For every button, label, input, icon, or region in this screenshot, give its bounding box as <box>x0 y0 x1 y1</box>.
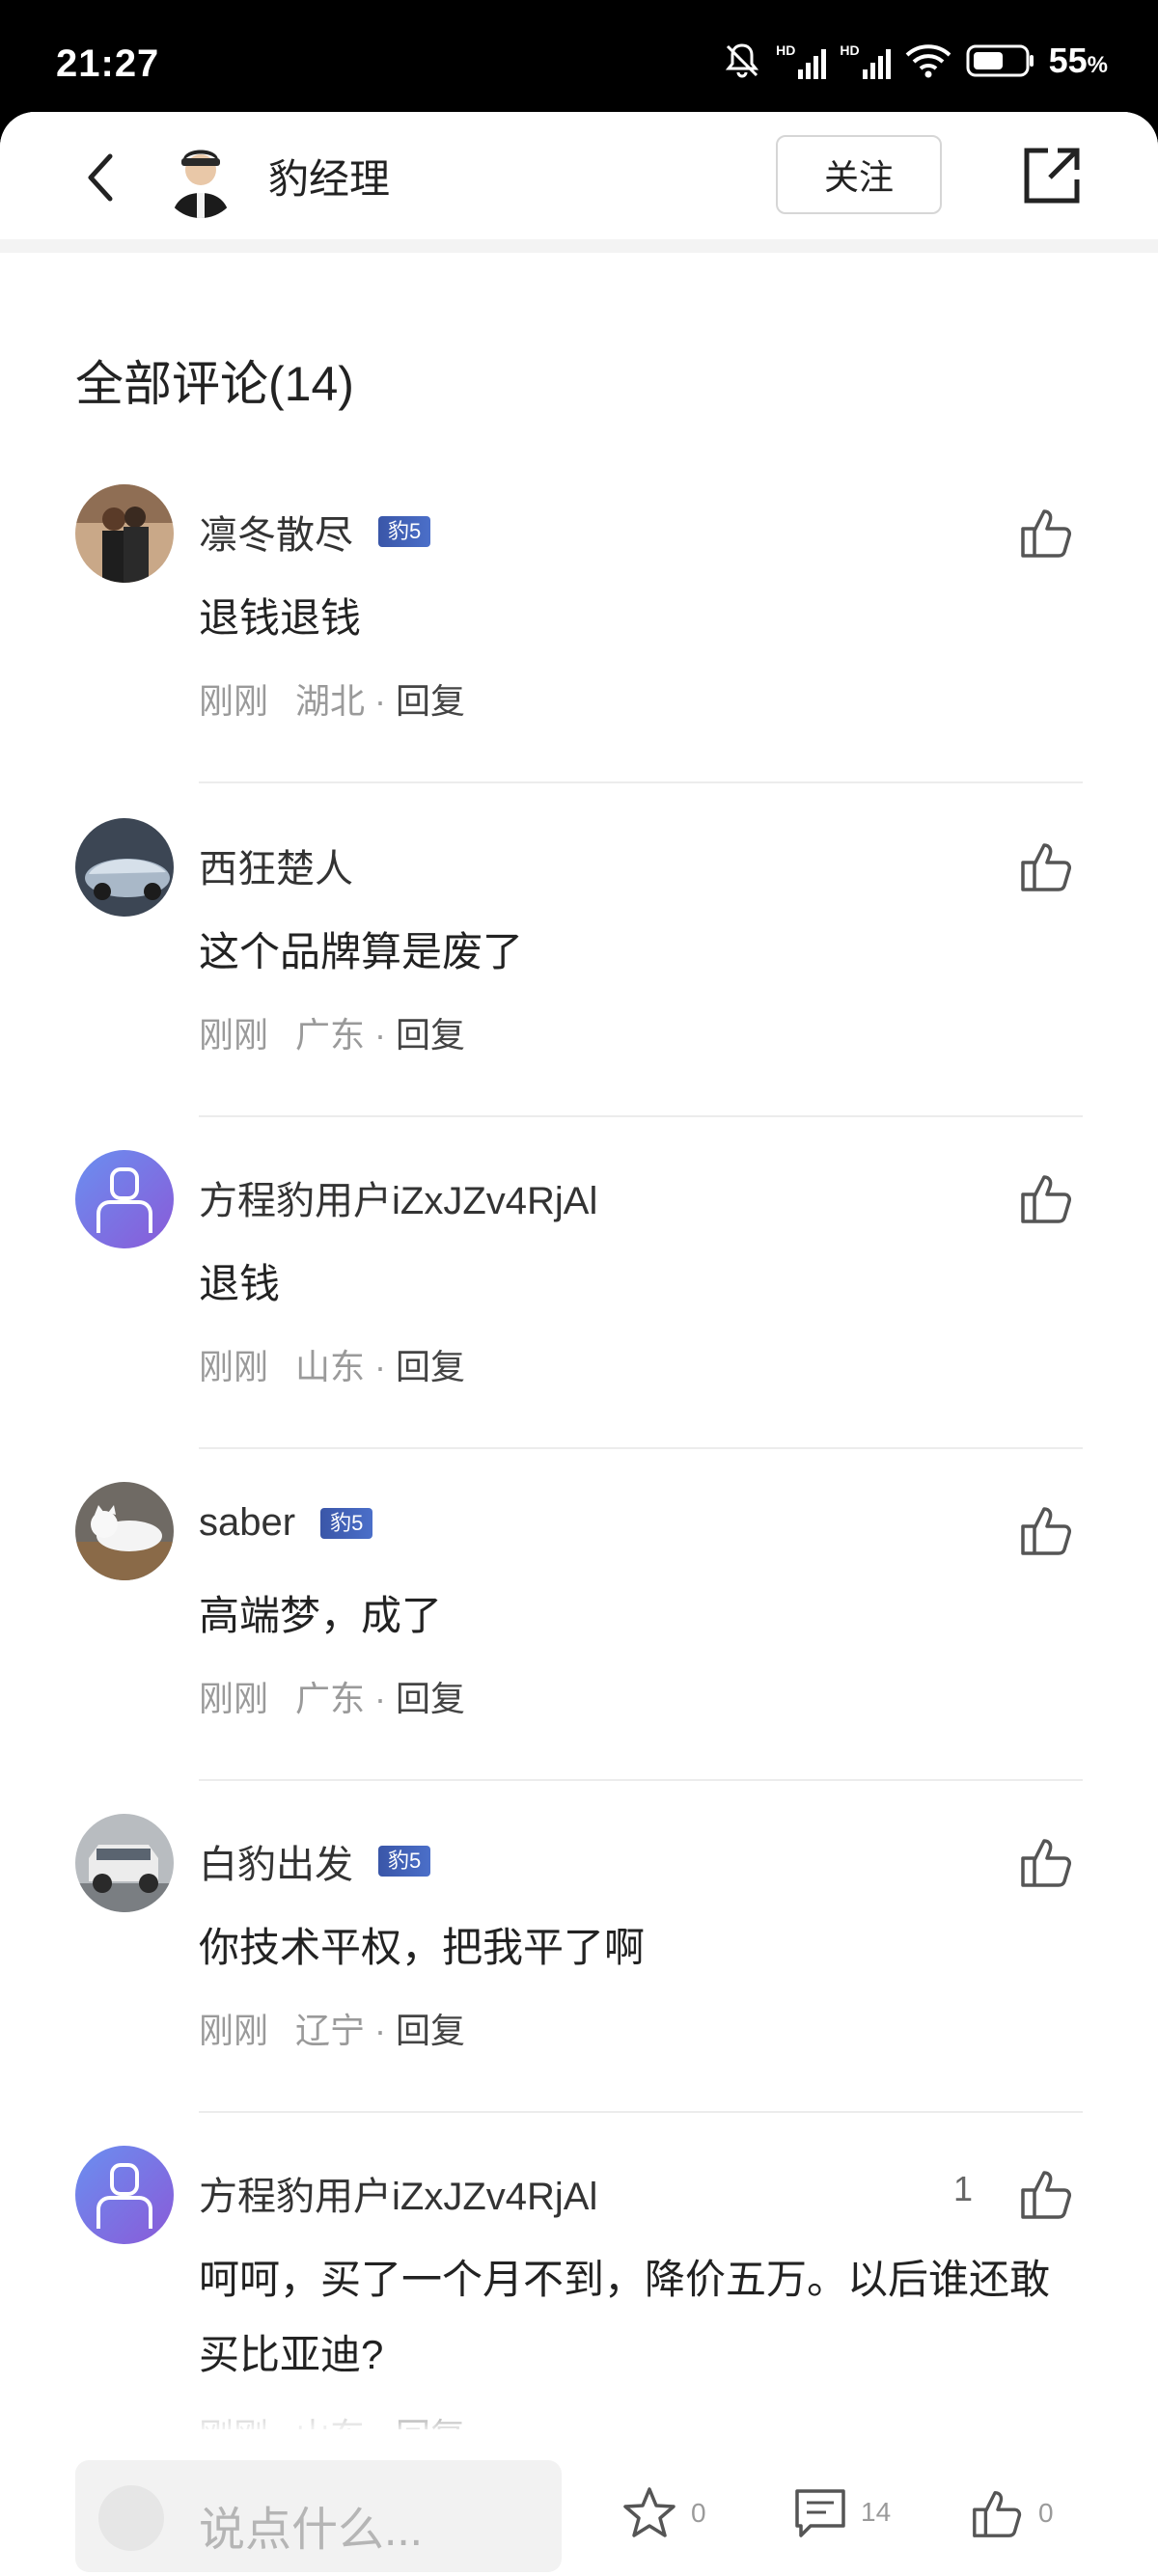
reply-button[interactable]: 回复 <box>396 1015 465 1055</box>
thumbs-up-icon[interactable] <box>1017 837 1075 895</box>
comment-text: 这个品牌算是废了 <box>199 929 524 974</box>
comment-location: 山东 <box>295 1347 366 1386</box>
comment-time: 刚刚 <box>199 2011 269 2050</box>
reply-button[interactable]: 回复 <box>396 2011 465 2050</box>
member-badge: 豹5 <box>378 1846 431 1877</box>
comment-icon <box>795 2489 845 2537</box>
comment-author[interactable]: 方程豹用户iZxJZv4RjAl <box>199 2165 597 2221</box>
comments-button[interactable]: 14 <box>793 2485 891 2539</box>
like-count: 1 <box>952 2169 973 2208</box>
reply-button[interactable]: 回复 <box>396 1347 465 1386</box>
comment-location: 广东 <box>295 1015 366 1055</box>
comment-location: 广东 <box>295 1679 366 1718</box>
comment-meta: 刚刚 辽宁 · 回复 <box>199 2011 466 2050</box>
comment-text: 高端梦，成了 <box>199 1593 443 1638</box>
comments-page: 豹经理 关注 全部评论(14) 凛冬散尽 豹5 退钱退钱 刚刚 湖北 · 回复 西… <box>0 112 1158 2576</box>
comment-time: 刚刚 <box>199 681 269 721</box>
member-badge: 豹5 <box>320 1507 373 1539</box>
comment-author[interactable]: 西狂楚人 <box>199 837 353 893</box>
status-bar: 21:27 HD HD 55% <box>0 0 1158 116</box>
star-icon <box>623 2487 676 2537</box>
comment-author-name[interactable]: 白豹出发 <box>199 1833 353 1889</box>
favorite-button[interactable]: 0 <box>621 2485 706 2541</box>
author-name[interactable]: 豹经理 <box>268 147 390 206</box>
comment-time: 刚刚 <box>199 1015 269 1055</box>
comments-title: 全部评论(14) <box>75 357 354 411</box>
member-badge: 豹5 <box>378 516 431 547</box>
avatar[interactable] <box>75 1482 174 1580</box>
comment-text: 退钱退钱 <box>199 595 362 641</box>
comment-text: 呵呵，买了一个月不到，降价五万。以后谁还敢买比亚迪? <box>199 2257 1051 2377</box>
avatar[interactable] <box>75 818 174 917</box>
comment-author[interactable]: saber 豹5 <box>199 1501 373 1545</box>
likes-count: 0 <box>1038 2498 1054 2528</box>
comment-time: 刚刚 <box>199 1679 269 1718</box>
comment-author-name[interactable]: 西狂楚人 <box>199 837 353 893</box>
comment-meta: 刚刚 湖北 · 回复 <box>199 681 466 721</box>
comment-author-name[interactable]: 方程豹用户iZxJZv4RjAl <box>199 1169 597 1225</box>
author-avatar[interactable] <box>162 133 239 218</box>
comment-location: 湖北 <box>295 681 366 721</box>
comment-author[interactable]: 方程豹用户iZxJZv4RjAl <box>199 1169 597 1225</box>
clock: 21:27 <box>56 42 160 85</box>
thumbs-up-icon[interactable] <box>1017 504 1075 562</box>
comment-meta: 刚刚山东 · 回复 <box>199 1347 466 1386</box>
thumbs-up-icon[interactable] <box>1017 1169 1075 1227</box>
battery-level: 55% <box>1048 41 1108 80</box>
avatar[interactable] <box>75 1150 174 1248</box>
top-bar: 豹经理 关注 <box>0 112 1158 239</box>
avatar[interactable] <box>75 484 174 583</box>
wifi-icon <box>905 44 951 78</box>
comment-divider <box>199 1115 1083 1117</box>
favorites-count: 0 <box>691 2498 706 2528</box>
comment-divider <box>199 2111 1083 2113</box>
battery-icon <box>966 44 1034 77</box>
comment-time: 刚刚 <box>199 1347 269 1386</box>
comments-count: 14 <box>861 2497 892 2527</box>
avatar[interactable] <box>75 2146 174 2244</box>
comment-author[interactable]: 白豹出发 豹5 <box>199 1833 431 1889</box>
comment-author-name[interactable]: saber <box>199 1501 295 1545</box>
comment-divider <box>199 781 1083 783</box>
thumbs-up-icon[interactable] <box>1017 1501 1075 1559</box>
thumbs-up-icon <box>973 2491 1022 2537</box>
comment-meta: 刚刚 广东 · 回复 <box>199 1679 466 1718</box>
back-arrow-icon[interactable] <box>77 149 125 206</box>
signal-icon: HD <box>776 42 827 79</box>
thumbs-up-icon[interactable] <box>1017 1833 1075 1891</box>
like-article-button[interactable]: 0 <box>969 2485 1054 2541</box>
bottom-bar: 说点什么... 0 14 0 <box>0 2429 1158 2576</box>
comment-location: 辽宁 <box>295 2011 366 2050</box>
user-avatar-placeholder <box>98 2485 164 2551</box>
comment-text: 你技术平权，把我平了啊 <box>199 1925 646 1970</box>
comment-author-name[interactable]: 凛冬散尽 <box>199 504 353 560</box>
comment-text: 退钱 <box>199 1261 281 1306</box>
follow-button[interactable]: 关注 <box>776 135 942 214</box>
share-icon[interactable] <box>1021 145 1083 206</box>
mute-bell-icon <box>726 43 759 78</box>
scroll-fade <box>0 2389 1158 2435</box>
comment-divider <box>199 1779 1083 1781</box>
thumbs-up-icon[interactable] <box>1017 2165 1075 2223</box>
reply-button[interactable]: 回复 <box>396 1679 465 1718</box>
comment-meta: 刚刚 广东 · 回复 <box>199 1015 466 1055</box>
comment-divider <box>199 1447 1083 1449</box>
comment-author[interactable]: 凛冬散尽 豹5 <box>199 504 431 560</box>
comment-author-name[interactable]: 方程豹用户iZxJZv4RjAl <box>199 2165 597 2221</box>
comment-input[interactable]: 说点什么... <box>75 2460 562 2572</box>
status-icons: HD HD 55% <box>722 41 1108 81</box>
header-divider <box>0 239 1158 253</box>
signal-icon-2: HD <box>840 42 891 79</box>
reply-button[interactable]: 回复 <box>396 681 465 721</box>
avatar[interactable] <box>75 1814 174 1912</box>
comment-input-placeholder: 说点什么... <box>199 2505 424 2556</box>
